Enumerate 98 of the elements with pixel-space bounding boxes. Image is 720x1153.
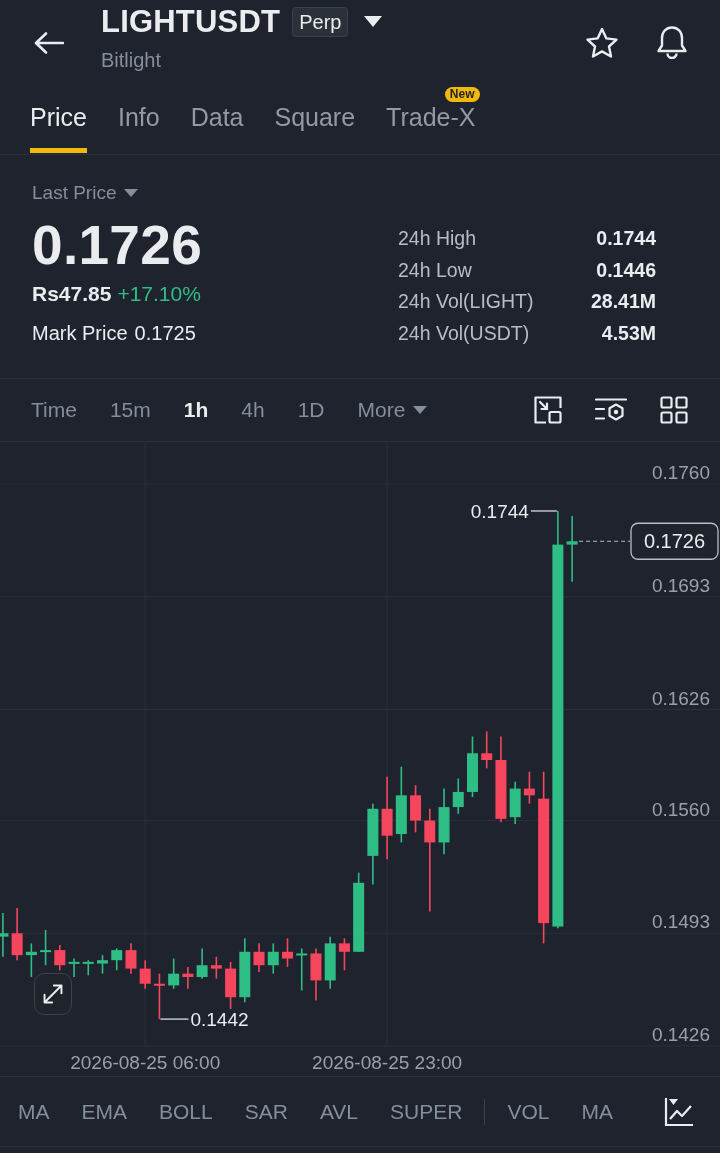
back-arrow-icon [34,31,64,54]
interval-option[interactable]: Time [31,397,77,423]
falling-candle [338,937,350,972]
favorite-button[interactable] [585,26,619,59]
falling-candle [125,942,137,975]
tab[interactable]: Data [190,103,244,153]
rising-candle [438,787,450,855]
falling-candle [410,784,422,834]
time-axis-label: 2026-08-25 23:00 [312,1052,463,1073]
bell-icon [656,24,688,59]
rising-candle [97,954,108,975]
interval-option[interactable]: 4h [241,397,265,423]
stat-value: 28.41M [590,290,656,314]
rising-candle [82,959,94,977]
stat-label: 24h Low [398,258,473,282]
rising-candle [196,947,208,980]
rising-candle [0,912,9,958]
chart-settings-icon[interactable] [595,397,627,423]
stat-value: 0.1446 [596,258,656,282]
last-price-tag: 0.1726 [630,522,719,560]
falling-candle [182,966,194,990]
rising-candle [267,942,279,975]
star-icon [585,26,619,59]
stat-value: 4.53M [601,321,656,345]
stat-label: 24h Vol(USDT) [398,321,531,345]
expand-icon [42,983,64,1005]
rising-candle [168,957,180,990]
indicator-option[interactable]: AVL [319,1098,359,1125]
rising-candle [566,515,578,583]
price-axis-label: 0.1426 [651,1024,710,1045]
last-price: 0.1726 [32,213,203,277]
leader-line [530,510,558,512]
stat-label: 24h High [398,227,478,251]
rising-candle [452,777,464,815]
falling-candle [54,944,66,972]
rising-candle [25,942,37,978]
indicator-option[interactable]: MA [18,1098,50,1125]
mark-price-value: 0.1725 [134,321,196,346]
rising-candle [467,735,478,798]
rising-candle [68,957,80,978]
indicator-option[interactable]: VOL [507,1098,550,1125]
falling-candle [225,961,237,1010]
falling-candle [11,907,23,961]
falling-candle [153,972,165,1020]
price-axis-label: 0.1493 [651,911,710,933]
time-axis-label: 2026-08-25 06:00 [70,1052,221,1073]
rising-candle [40,929,52,967]
rising-candle [296,947,308,992]
falling-candle [139,959,151,990]
caret-down-icon [413,406,428,414]
rising-candle [239,937,251,1004]
falling-candle [253,942,265,973]
falling-candle [282,937,293,968]
stat-value: 0.1744 [596,227,656,251]
falling-candle [310,947,322,1002]
price-type-label[interactable]: Last Price [32,181,117,205]
leader-line [159,1018,190,1020]
falling-candle [210,956,222,980]
mark-price-label: Mark Price [32,321,128,346]
indicator-option[interactable]: MA [581,1098,613,1125]
symbol-subtitle: Bitlight [101,48,162,72]
interval-option[interactable]: 15m [109,397,151,423]
last-price-line [578,540,631,542]
rising-candle [111,947,123,972]
falling-candle [523,770,535,805]
price-annotation: 0.1744 [470,501,529,522]
caret-down-icon[interactable] [364,16,383,27]
contract-type-badge: Perp [292,6,349,37]
indicator-option[interactable]: BOLL [159,1098,213,1125]
line-chart-icon[interactable] [664,1096,694,1127]
indicator-option[interactable]: SUPER [390,1098,463,1125]
resize-chart-icon[interactable] [534,396,562,424]
price-axis-label: 0.1626 [651,687,710,709]
price-change-percent: +17.10% [117,281,201,307]
symbol-title: LIGHTUSDT [101,3,281,40]
fiat-price: Rs47.85 [32,281,112,307]
fullscreen-button[interactable] [34,973,72,1015]
price-axis-label: 0.1760 [651,462,710,484]
price-axis-label: 0.1693 [651,574,710,596]
indicator-option[interactable]: EMA [81,1098,127,1125]
stat-label: 24h Vol(LIGHT) [398,290,535,314]
price-annotation: 0.1442 [190,1009,249,1031]
tab[interactable]: Info [117,103,160,153]
interval-option[interactable]: 1D [297,397,325,423]
grid-layout-icon[interactable] [660,396,688,424]
notification-button[interactable] [656,24,688,59]
new-badge: New [444,87,480,102]
falling-candle [481,730,493,770]
indicator-option[interactable]: SAR [244,1098,288,1125]
rising-candle [324,935,336,990]
tab[interactable]: Price [30,103,87,153]
rising-candle [509,781,521,825]
more-intervals-dropdown[interactable]: More [357,397,428,423]
tab[interactable]: Trade-X [386,103,476,153]
tab[interactable]: Square [274,103,356,153]
price-axis-label: 0.1560 [651,798,710,820]
back-button[interactable] [34,31,64,54]
interval-option[interactable]: 1h [183,397,209,423]
